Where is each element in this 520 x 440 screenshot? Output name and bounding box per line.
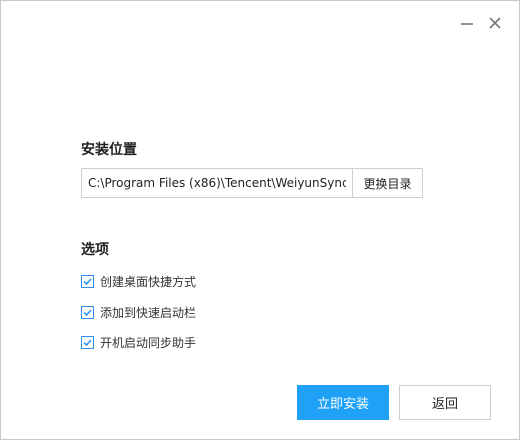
option-quick-launch[interactable]: 添加到快速启动栏 bbox=[81, 304, 196, 321]
option-label: 添加到快速启动栏 bbox=[100, 306, 197, 320]
install-location-title: 安装位置 bbox=[81, 142, 137, 158]
option-label: 创建桌面快捷方式 bbox=[100, 275, 197, 289]
minimize-icon bbox=[461, 23, 473, 25]
checkmark-icon bbox=[83, 339, 92, 347]
close-button[interactable] bbox=[487, 15, 503, 31]
option-label: 开机启动同步助手 bbox=[100, 336, 197, 350]
option-desktop-shortcut[interactable]: 创建桌面快捷方式 bbox=[81, 273, 196, 290]
minimize-button[interactable] bbox=[459, 15, 475, 31]
checkbox-desktop-shortcut[interactable] bbox=[81, 275, 94, 288]
option-start-on-boot[interactable]: 开机启动同步助手 bbox=[81, 334, 196, 351]
change-directory-button[interactable]: 更换目录 bbox=[352, 169, 422, 197]
install-path-input[interactable] bbox=[82, 169, 352, 197]
options-title: 选项 bbox=[81, 242, 109, 258]
install-path-row: 更换目录 bbox=[81, 168, 423, 198]
installer-window: 安装位置 更换目录 选项 创建桌面快捷方式 添加到快速启动栏 开机启动同步助手 … bbox=[0, 0, 520, 440]
checkmark-icon bbox=[83, 278, 92, 286]
checkbox-start-on-boot[interactable] bbox=[81, 336, 94, 349]
install-now-button[interactable]: 立即安装 bbox=[297, 385, 389, 420]
checkbox-quick-launch[interactable] bbox=[81, 306, 94, 319]
checkmark-icon bbox=[83, 309, 92, 317]
back-button[interactable]: 返回 bbox=[399, 385, 491, 420]
close-icon bbox=[489, 17, 501, 29]
